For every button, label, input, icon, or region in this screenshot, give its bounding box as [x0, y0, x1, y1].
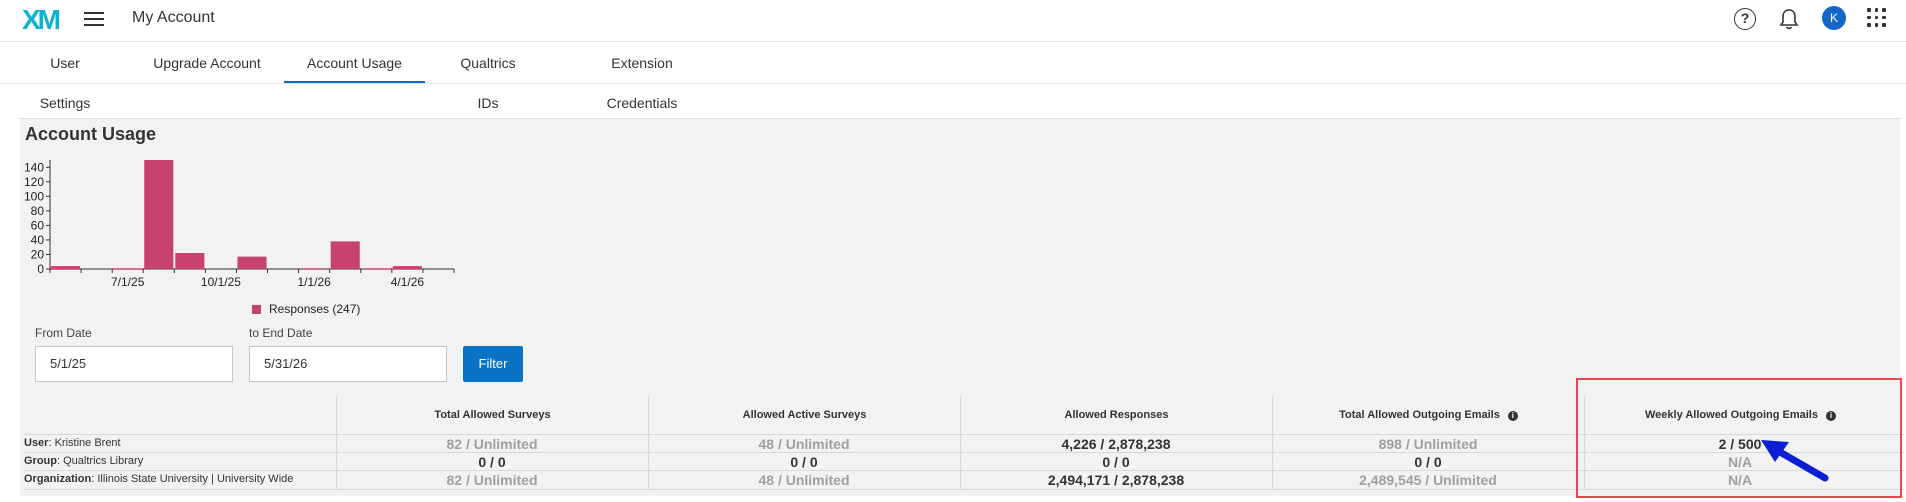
apps-grid-icon[interactable] [1867, 8, 1887, 28]
row-label: Group: Qualtrics Library [24, 455, 143, 467]
tab-account-usage[interactable]: Account Usage [284, 43, 425, 83]
highlight-box [1576, 378, 1902, 498]
x-tick-label: 4/1/26 [391, 275, 425, 289]
to-date-input[interactable]: 5/31/26 [249, 346, 447, 382]
header-allowed-responses: Allowed Responses [960, 396, 1272, 434]
table-cell: 4,226 / 2,878,238 [1061, 436, 1171, 452]
table-cell: 0 / 0 [790, 454, 818, 470]
section-title: Account Usage [25, 124, 157, 144]
legend-swatch [252, 305, 261, 314]
row-label-key: Group [24, 455, 57, 467]
to-date-label: to End Date [249, 326, 313, 340]
header-total-allowed-surveys: Total Allowed Surveys [336, 396, 648, 434]
chart-bar [299, 268, 329, 269]
chart-bar [175, 253, 205, 269]
table-cell: 48 / Unlimited [758, 472, 850, 488]
annotation-arrow-icon [1761, 440, 1829, 482]
header-total-allowed-outgoing-emails: Total Allowed Outgoing Emails i [1272, 396, 1584, 434]
page-title: My Account [132, 9, 215, 26]
y-tick-label: 80 [31, 204, 45, 218]
chart-bar [144, 160, 174, 269]
header-allowed-active-surveys: Allowed Active Surveys [648, 396, 960, 434]
xm-logo[interactable]: XM [22, 4, 61, 36]
row-label-value: : Kristine Brent [48, 437, 121, 449]
row-label-key: Organization [24, 473, 92, 485]
responses-bar-chart: 020406080100120140 7/1/25 10/1/25 1/1/26 4/1… [24, 160, 455, 289]
x-tick-label: 10/1/25 [201, 275, 241, 289]
row-label-key: User [24, 437, 49, 449]
row-label-value: : Qualtrics Library [57, 455, 144, 467]
y-tick-label: 0 [37, 262, 44, 276]
table-cell: 0 / 0 [478, 454, 506, 470]
tab-user-settings[interactable]: User Settings [23, 43, 107, 111]
y-tick-label: 140 [24, 160, 44, 174]
table-cell: 0 / 0 [1102, 454, 1130, 470]
chart-bar [237, 256, 267, 269]
help-icon[interactable]: ? [1734, 8, 1756, 30]
y-tick-label: 20 [31, 247, 45, 261]
table-cell: 82 / Unlimited [446, 436, 538, 452]
x-tick-label: 7/1/25 [111, 275, 145, 289]
avatar[interactable]: K [1822, 6, 1846, 30]
tab-bar: User Settings Upgrade Account Account Us… [0, 43, 1906, 111]
row-label-value: : Illinois State University | University… [91, 473, 294, 485]
chart-bar [113, 268, 143, 269]
y-tick-label: 100 [24, 189, 44, 203]
menu-icon[interactable] [84, 9, 104, 27]
from-date-label: From Date [35, 326, 92, 340]
chart-bar [330, 241, 360, 269]
tab-upgrade-account[interactable]: Upgrade Account [150, 43, 264, 83]
chart-bar [392, 266, 422, 269]
bell-icon[interactable] [1778, 7, 1800, 31]
y-tick-label: 120 [24, 175, 44, 189]
filter-button[interactable]: Filter [463, 346, 523, 382]
table-cell: 898 / Unlimited [1378, 436, 1478, 452]
legend-label: Responses (247) [269, 302, 361, 316]
tab-qualtrics-ids[interactable]: Qualtrics IDs [448, 43, 528, 111]
row-label: Organization: Illinois State University … [24, 473, 293, 485]
y-tick-label: 60 [31, 218, 45, 232]
chart-bar [361, 268, 391, 269]
table-cell: 2,494,171 / 2,878,238 [1047, 472, 1185, 488]
table-cell: 0 / 0 [1414, 454, 1442, 470]
row-label: User: Kristine Brent [24, 437, 121, 449]
y-tick-label: 40 [31, 233, 45, 247]
info-icon[interactable]: i [1507, 411, 1518, 421]
tab-extension-credentials[interactable]: Extension Credentials [575, 43, 709, 111]
chart-legend: Responses (247) [252, 302, 360, 316]
x-tick-label: 1/1/26 [297, 275, 331, 289]
chart-bar [51, 266, 81, 269]
table-cell: 82 / Unlimited [446, 472, 538, 488]
table-cell: 48 / Unlimited [758, 436, 850, 452]
top-bar: XM My Account ? K [0, 0, 1906, 42]
table-cell: 2,489,545 / Unlimited [1359, 472, 1497, 488]
from-date-input[interactable]: 5/1/25 [35, 346, 233, 382]
